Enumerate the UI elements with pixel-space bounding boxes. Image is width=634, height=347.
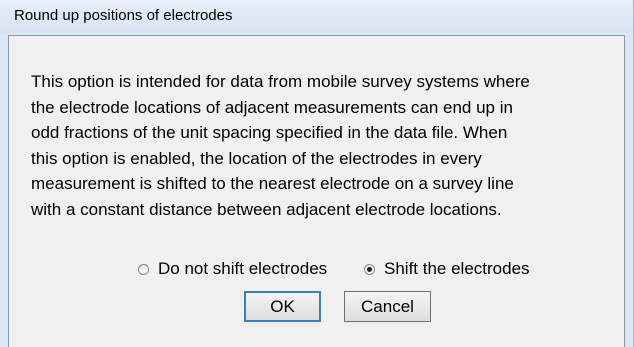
description-text: This option is intended for data from mo… <box>31 69 631 222</box>
ok-button[interactable]: OK <box>244 291 321 322</box>
radio-label-shift: Shift the electrodes <box>384 259 530 278</box>
dialog-window: Round up positions of electrodes This op… <box>0 0 634 347</box>
radio-label-do-not-shift: Do not shift electrodes <box>158 259 328 278</box>
radio-button-checked-icon[interactable] <box>364 263 375 275</box>
description-line: This option is intended for data from mo… <box>31 72 530 91</box>
description-line: measurement is shifted to the nearest el… <box>31 174 514 193</box>
title-bar[interactable]: Round up positions of electrodes <box>0 0 633 34</box>
cancel-button[interactable]: Cancel <box>344 291 431 322</box>
description-line: with a constant distance between adjacen… <box>31 199 502 219</box>
description-line: the electrode locations of adjacent meas… <box>31 97 513 117</box>
radio-shift[interactable]: Shift the electrodes <box>364 258 530 280</box>
description-line: odd fractions of the unit spacing specif… <box>31 123 508 142</box>
description-line: this option is enabled, the location of … <box>31 148 482 168</box>
radio-button-unchecked-icon[interactable] <box>138 263 149 275</box>
dialog-title: Round up positions of electrodes <box>14 7 233 24</box>
radio-do-not-shift[interactable]: Do not shift electrodes <box>138 258 327 280</box>
